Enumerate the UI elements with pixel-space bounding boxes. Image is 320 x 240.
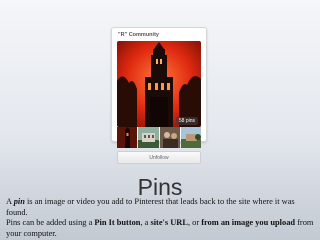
thumbnail-2[interactable] [138,127,159,148]
cover-photo-icon [117,41,201,127]
upload-term: from an image you upload [201,218,296,228]
definition-paragraph: A pin is an image or video you add to Pi… [6,197,316,218]
campus-photo-icon [180,127,201,148]
text-span: is an image or video you add to Pinteres… [6,197,295,217]
board-card[interactable]: "R" Community 58 pins Unfollow [111,27,207,164]
thumbnail-row [117,127,201,148]
board-cover-image[interactable]: 58 pins [117,41,201,127]
people-photo-icon [159,127,180,148]
board-title[interactable]: "R" Community [118,32,159,38]
thumbnail-1[interactable] [117,127,138,148]
text-span: A [6,197,14,206]
thumbnail-3[interactable] [159,127,180,148]
unfollow-button[interactable]: Unfollow [117,151,201,164]
site-url-term: site's URL [150,218,188,228]
text-span: , a [140,218,151,228]
tower-photo-icon [117,127,138,148]
pin-count-badge: 58 pins [175,117,198,125]
slide-body: A pin is an image or video you add to Pi… [6,197,316,239]
pin-term: pin [13,197,25,206]
pin-it-button-term: Pin It button [94,218,141,228]
building-photo-icon [138,127,159,148]
methods-paragraph: Pins can be added using a Pin It button,… [6,218,316,239]
text-span: , or [187,218,202,228]
thumbnail-4[interactable] [180,127,201,148]
text-span: Pins can be added using a [6,218,95,228]
